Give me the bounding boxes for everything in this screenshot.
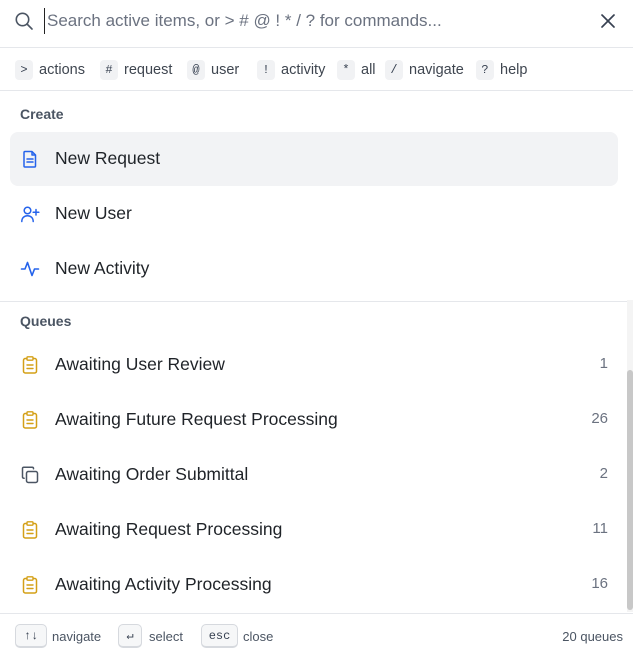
queue-item-awaiting-future-request-processing[interactable]: Awaiting Future Request Processing 26 xyxy=(10,393,618,447)
queue-count-summary: 20 queues xyxy=(562,629,623,644)
command-palette: > actions # request @ user ! activity * … xyxy=(0,0,633,656)
item-label: Awaiting Future Request Processing xyxy=(55,409,338,429)
search-bar xyxy=(0,0,633,48)
queue-count: 2 xyxy=(599,465,608,482)
navigate-key: ↑↓ xyxy=(15,624,47,648)
esc-key: esc xyxy=(201,624,238,648)
create-item-new-activity[interactable]: New Activity xyxy=(10,242,618,296)
hint-navigate[interactable]: / navigate xyxy=(385,60,464,80)
hint-request[interactable]: # request xyxy=(100,60,172,80)
queue-count: 26 xyxy=(591,410,608,427)
queue-item-awaiting-activity-processing[interactable]: Awaiting Activity Processing 16 xyxy=(10,558,618,612)
copy-icon xyxy=(21,466,39,484)
hint-label: help xyxy=(500,62,528,78)
queue-item-awaiting-request-processing[interactable]: Awaiting Request Processing 11 xyxy=(10,503,618,557)
section-divider xyxy=(0,301,633,302)
hint-label: all xyxy=(361,62,376,78)
hint-label: actions xyxy=(39,62,85,78)
item-label: Awaiting Request Processing xyxy=(55,519,283,539)
item-label: Awaiting User Review xyxy=(55,354,225,374)
clipboard-icon xyxy=(22,576,38,594)
clipboard-icon xyxy=(22,356,38,374)
hint-key: > xyxy=(15,60,33,80)
section-title-queues: Queues xyxy=(20,313,72,329)
hint-help[interactable]: ? help xyxy=(476,60,527,80)
command-hints: > actions # request @ user ! activity * … xyxy=(0,49,633,91)
hint-activity[interactable]: ! activity xyxy=(257,60,325,80)
hint-label: activity xyxy=(281,62,326,78)
hint-key: * xyxy=(337,60,355,80)
queue-count: 11 xyxy=(592,520,608,537)
clipboard-icon xyxy=(22,521,38,539)
select-label: select xyxy=(149,629,183,644)
close-icon[interactable] xyxy=(596,9,620,33)
hint-actions[interactable]: > actions xyxy=(15,60,85,80)
document-icon xyxy=(23,150,37,168)
clipboard-icon xyxy=(22,411,38,429)
hint-key: / xyxy=(385,60,403,80)
search-input[interactable] xyxy=(44,8,587,34)
item-label: New Request xyxy=(55,148,161,168)
queue-item-awaiting-order-submittal[interactable]: Awaiting Order Submittal 2 xyxy=(10,448,618,502)
activity-pulse-icon xyxy=(20,261,40,277)
item-label: New Activity xyxy=(55,258,150,278)
hint-user[interactable]: @ user xyxy=(187,60,239,80)
hint-label: user xyxy=(211,62,240,78)
create-item-new-request[interactable]: New Request xyxy=(10,132,618,186)
item-label: Awaiting Activity Processing xyxy=(55,574,272,594)
hint-label: request xyxy=(124,62,173,78)
user-plus-icon xyxy=(21,206,40,223)
queue-count: 16 xyxy=(591,575,608,592)
hint-key: ? xyxy=(476,60,494,80)
hint-label: navigate xyxy=(409,62,464,78)
scrollbar-thumb[interactable] xyxy=(627,370,633,610)
queue-count: 1 xyxy=(599,355,608,372)
hint-key: # xyxy=(100,60,118,80)
item-label: Awaiting Order Submittal xyxy=(55,464,249,484)
hint-key: ! xyxy=(257,60,275,80)
create-item-new-user[interactable]: New User xyxy=(10,187,618,241)
item-label: New User xyxy=(55,203,132,223)
navigate-label: navigate xyxy=(52,629,102,644)
hint-key: @ xyxy=(187,60,205,80)
enter-key: ↵ xyxy=(118,624,142,648)
search-icon xyxy=(15,12,33,30)
section-title-create: Create xyxy=(20,106,64,122)
close-label: close xyxy=(243,629,274,644)
hint-all[interactable]: * all xyxy=(337,60,376,80)
palette-footer: ↑↓ navigate ↵ select esc close 20 queues xyxy=(0,613,633,656)
queue-item-awaiting-user-review[interactable]: Awaiting User Review 1 xyxy=(10,338,618,392)
